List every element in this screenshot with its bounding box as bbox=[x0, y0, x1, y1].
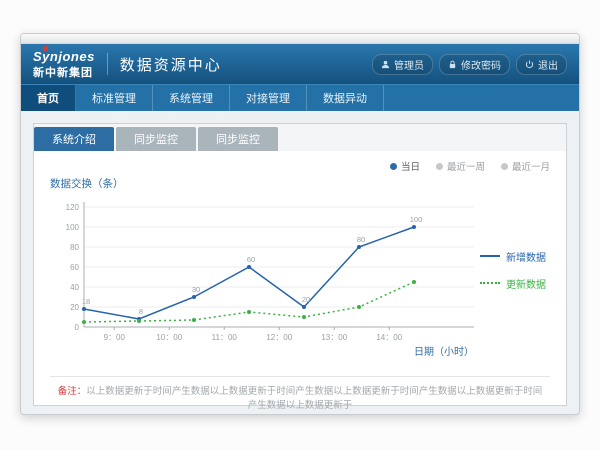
y-tick-label: 20 bbox=[70, 303, 79, 312]
admin-user-button[interactable]: 管理员 bbox=[372, 54, 433, 75]
data-point-new-data bbox=[82, 307, 86, 311]
legend-line-sample bbox=[480, 282, 500, 284]
app-title: 数据资源中心 bbox=[120, 54, 222, 75]
data-point-updated-data bbox=[247, 310, 251, 314]
nav-item-system-mgmt[interactable]: 系统管理 bbox=[153, 85, 230, 111]
point-label: 100 bbox=[410, 215, 423, 224]
nav-item-home[interactable]: 首页 bbox=[21, 85, 76, 111]
user-icon bbox=[381, 60, 390, 69]
data-point-updated-data bbox=[192, 318, 196, 322]
logout-label: 退出 bbox=[538, 57, 558, 72]
data-point-new-data bbox=[302, 305, 306, 309]
note: 备注：以上数据更新于时间产生数据以上数据更新于时间产生数据以上数据更新于时间产生… bbox=[50, 376, 550, 414]
x-tick-label: 10：00 bbox=[156, 333, 182, 342]
chart-canvas: 0 20 40 60 80 100 120 9：00 10：00 11：00 12：00 13：00 1… bbox=[50, 193, 480, 361]
nav-item-data-change[interactable]: 数据异动 bbox=[307, 85, 384, 111]
power-icon bbox=[525, 60, 534, 69]
note-text: 以上数据更新于时间产生数据以上数据更新于时间产生数据以上数据更新于时间产生数据以… bbox=[86, 386, 542, 411]
main-nav: 首页标准管理系统管理对接管理数据异动 bbox=[21, 84, 579, 111]
x-tick-label: 11：00 bbox=[212, 333, 238, 342]
tab-system-intro[interactable]: 系统介绍 bbox=[34, 127, 114, 151]
panel-body: 当日 最近一周 最近一月 数据交换（条） 0 20 40 60 80 100 120 9：00 10… bbox=[34, 151, 566, 414]
range-filter-label: 最近一周 bbox=[447, 159, 485, 173]
data-point-updated-data bbox=[137, 319, 141, 323]
legend-new-data[interactable]: 新增数据 bbox=[480, 249, 550, 264]
tab-bar: 系统介绍同步监控同步监控 bbox=[34, 124, 566, 151]
logo: Synjones 新中新集团 bbox=[33, 49, 95, 79]
y-tick-label: 120 bbox=[66, 203, 80, 212]
content-area: 系统介绍同步监控同步监控 当日最近一周最近一月 数据交换（条） 02040608… bbox=[21, 111, 579, 415]
x-tick-label: 9：00 bbox=[104, 333, 126, 342]
point-label: 60 bbox=[247, 255, 255, 264]
x-tick-label: 14：00 bbox=[376, 333, 402, 342]
header-actions: 管理员 修改密码 退出 bbox=[372, 54, 567, 75]
y-axis-title: 数据交换（条） bbox=[50, 176, 550, 191]
logo-accent bbox=[43, 46, 48, 51]
change-password-button[interactable]: 修改密码 bbox=[439, 54, 510, 75]
y-tick-label: 100 bbox=[66, 223, 80, 232]
y-tick-label: 80 bbox=[70, 243, 79, 252]
x-tick-label: 12：00 bbox=[266, 333, 292, 342]
change-password-label: 修改密码 bbox=[461, 57, 501, 72]
tab-sync-monitor-2[interactable]: 同步监控 bbox=[198, 127, 278, 151]
app-window: Synjones 新中新集团 数据资源中心 管理员 修改密码 bbox=[20, 33, 580, 415]
lock-icon bbox=[448, 60, 457, 69]
logout-button[interactable]: 退出 bbox=[516, 54, 567, 75]
series-line-updated-data bbox=[84, 282, 414, 322]
range-filter-dot bbox=[436, 163, 443, 170]
y-tick-label: 40 bbox=[70, 283, 79, 292]
chart-row: 0 20 40 60 80 100 120 9：00 10：00 11：00 12：00 13：00 1… bbox=[50, 193, 550, 366]
point-label: 20 bbox=[302, 295, 310, 304]
range-filter-dot bbox=[390, 163, 397, 170]
logo-text: Synjones bbox=[33, 50, 95, 63]
logo-subtitle: 新中新集团 bbox=[33, 68, 95, 79]
range-filter-legend: 当日 最近一周 最近一月 bbox=[50, 159, 550, 173]
range-filter-label: 最近一月 bbox=[512, 159, 550, 173]
legend-label: 更新数据 bbox=[506, 276, 546, 291]
data-point-new-data bbox=[357, 245, 361, 249]
nav-item-standard-mgmt[interactable]: 标准管理 bbox=[76, 85, 153, 111]
range-filter-dot bbox=[501, 163, 508, 170]
logo-wordmark: Synjones bbox=[33, 49, 95, 64]
legend-updated-data[interactable]: 更新数据 bbox=[480, 276, 550, 291]
data-point-updated-data bbox=[357, 305, 361, 309]
point-label: 8 bbox=[139, 307, 143, 316]
legend-line-sample bbox=[480, 255, 500, 257]
range-filter-last-week[interactable]: 最近一周 bbox=[436, 159, 485, 173]
data-point-new-data bbox=[247, 265, 251, 269]
nav-item-integration-mgmt[interactable]: 对接管理 bbox=[230, 85, 307, 111]
x-tick-label: 13：00 bbox=[321, 333, 347, 342]
x-axis-title: 日期（小时） bbox=[414, 346, 474, 358]
note-label: 备注： bbox=[58, 386, 87, 397]
data-point-updated-data bbox=[302, 315, 306, 319]
legend-label: 新增数据 bbox=[506, 249, 546, 264]
admin-user-label: 管理员 bbox=[394, 57, 424, 72]
window-titlebar bbox=[21, 34, 579, 44]
data-point-new-data bbox=[192, 295, 196, 299]
data-point-updated-data bbox=[82, 320, 86, 324]
y-tick-label: 60 bbox=[70, 263, 79, 272]
data-point-new-data bbox=[412, 225, 416, 229]
app-header: Synjones 新中新集团 数据资源中心 管理员 修改密码 bbox=[21, 44, 579, 84]
range-filter-today[interactable]: 当日 bbox=[390, 159, 420, 173]
range-filter-last-month[interactable]: 最近一月 bbox=[501, 159, 550, 173]
point-label: 18 bbox=[82, 297, 90, 306]
data-point-updated-data bbox=[412, 280, 416, 284]
point-label: 30 bbox=[192, 285, 200, 294]
tab-sync-monitor-1[interactable]: 同步监控 bbox=[116, 127, 196, 151]
y-tick-label: 0 bbox=[75, 323, 80, 332]
line-chart: 0 20 40 60 80 100 120 9：00 10：00 11：00 12：00 13：00 1… bbox=[50, 193, 480, 366]
chart-legend: 新增数据更新数据 bbox=[480, 249, 550, 291]
dashboard-panel: 系统介绍同步监控同步监控 当日最近一周最近一月 数据交换（条） 02040608… bbox=[33, 123, 567, 406]
header-divider bbox=[107, 53, 108, 75]
point-label: 80 bbox=[357, 235, 365, 244]
range-filter-label: 当日 bbox=[401, 159, 420, 173]
